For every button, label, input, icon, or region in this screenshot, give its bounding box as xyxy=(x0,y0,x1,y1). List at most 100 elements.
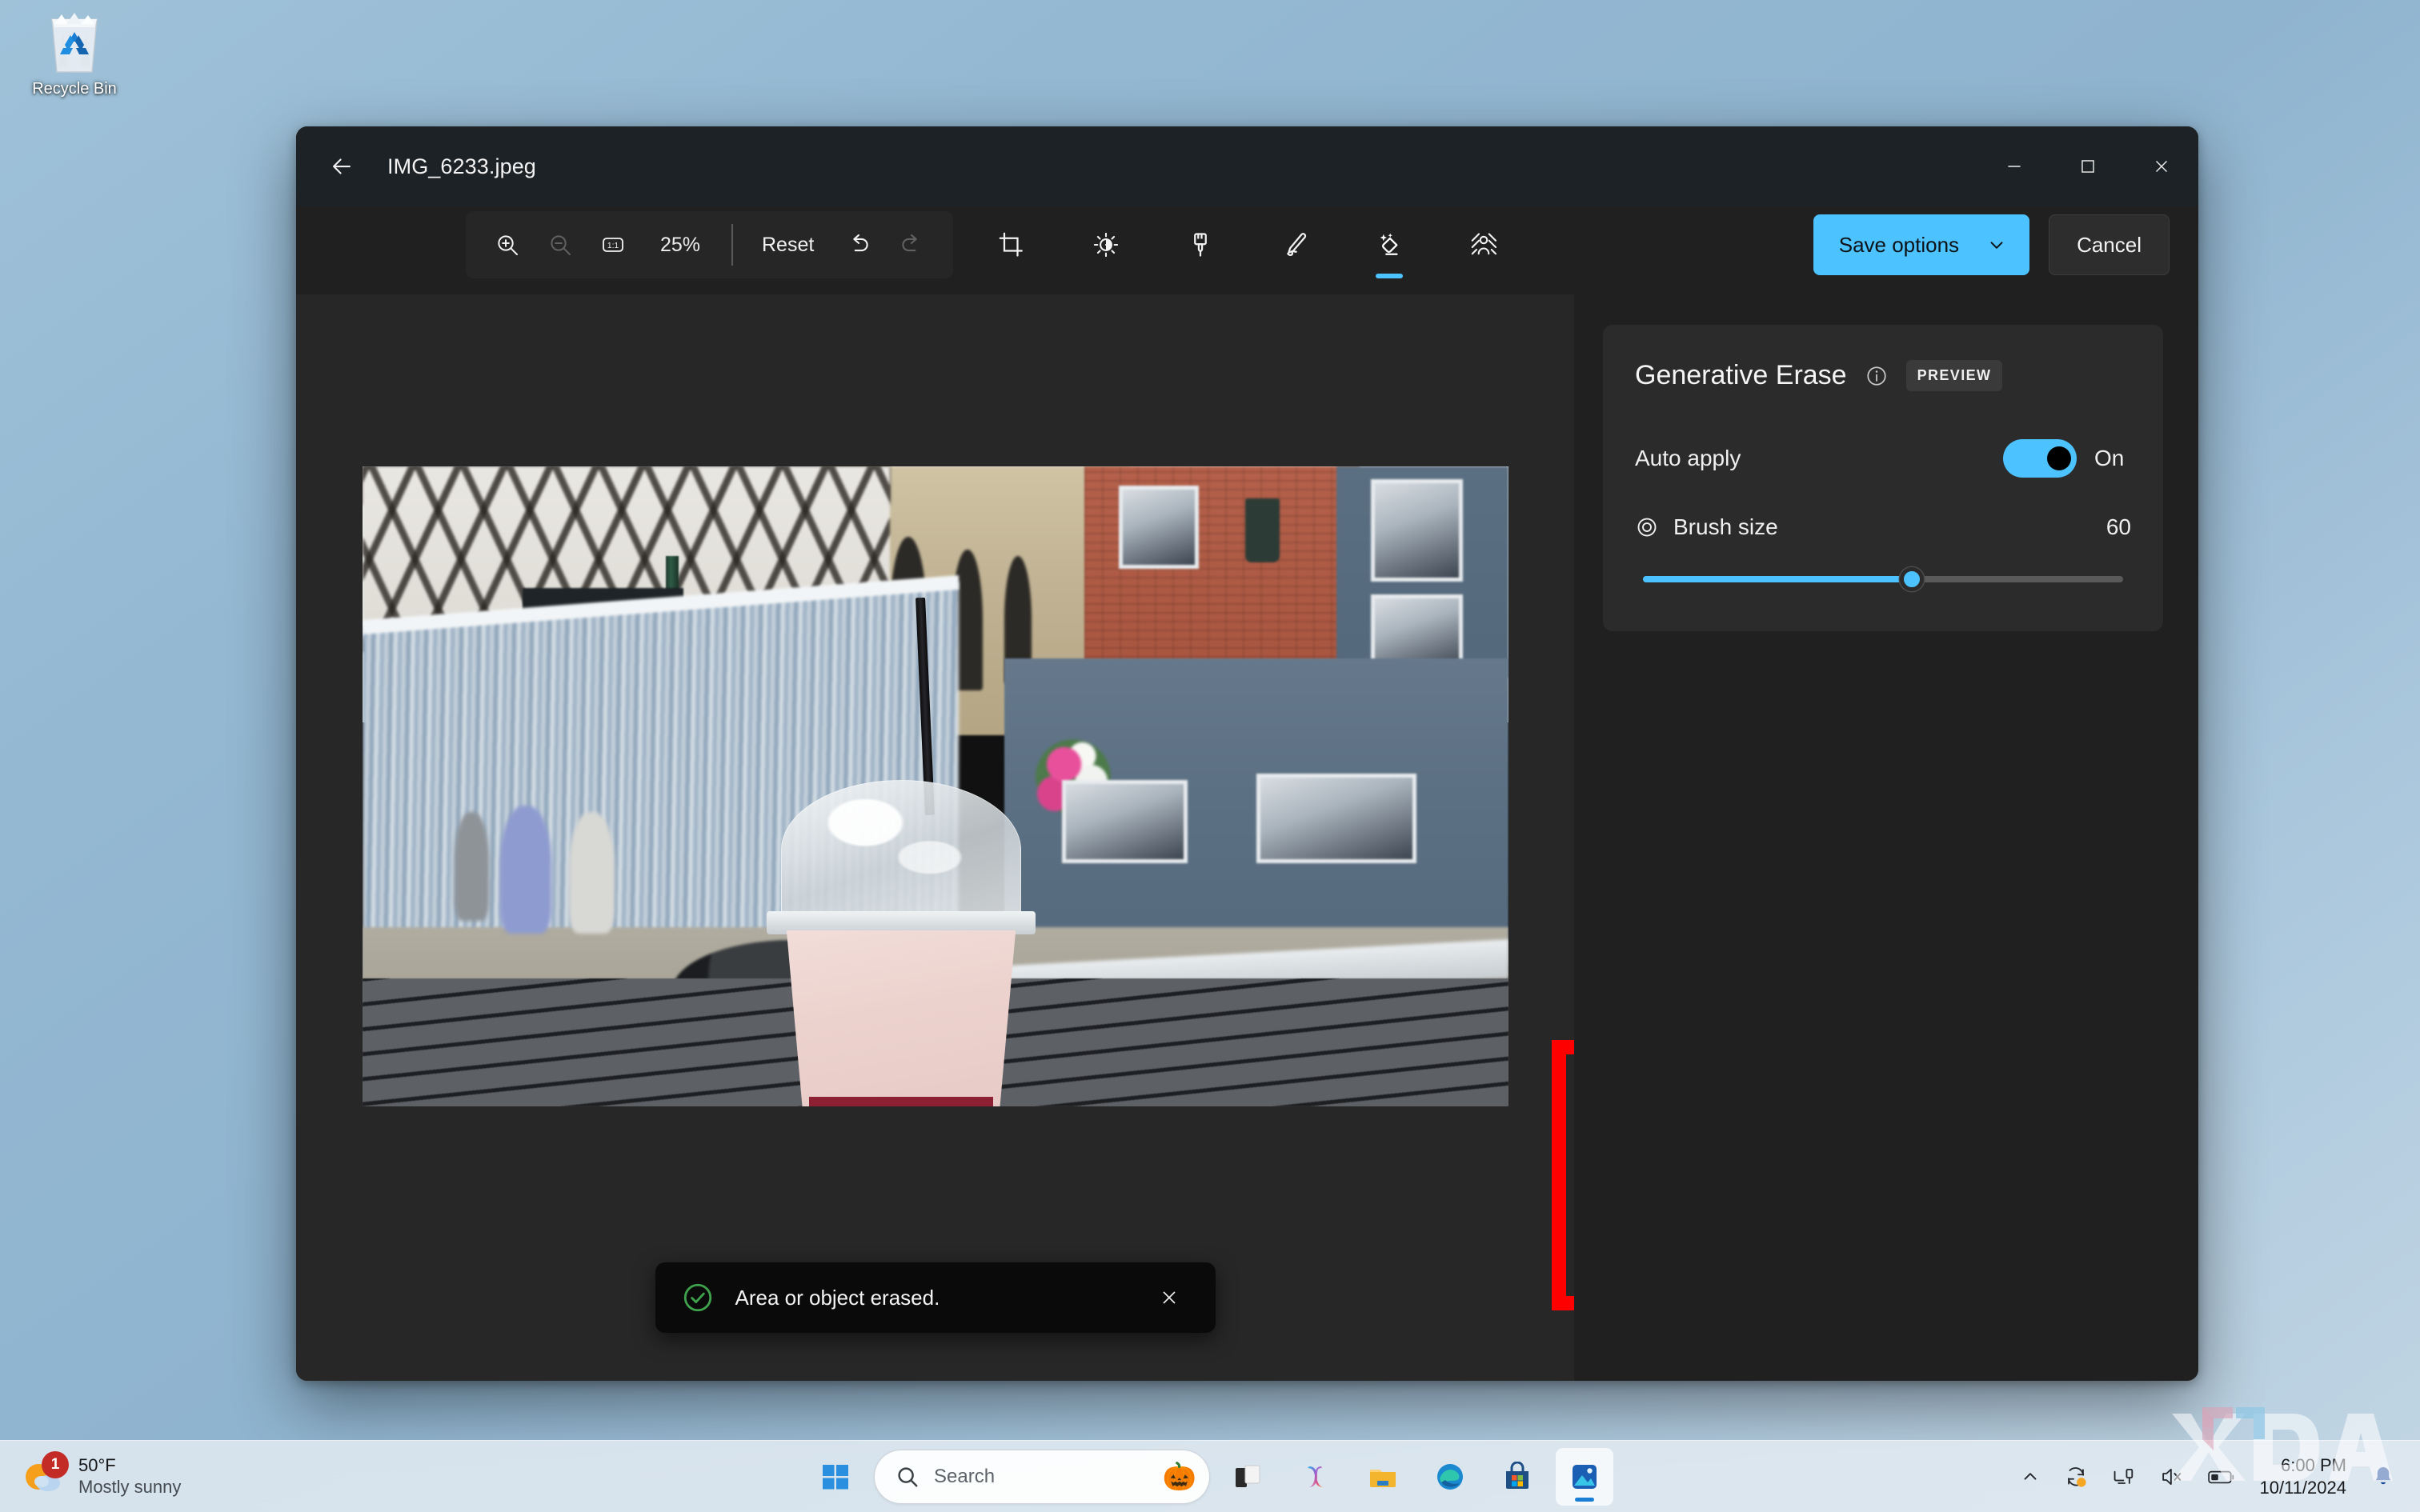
slider-thumb[interactable] xyxy=(1900,567,1924,591)
magic-erase-icon xyxy=(1380,233,1398,255)
tool-crop[interactable] xyxy=(983,213,1040,277)
sync-icon xyxy=(2067,1466,2086,1487)
edited-photo[interactable] xyxy=(363,466,1508,1106)
auto-apply-toggle[interactable] xyxy=(2003,439,2077,478)
task-view-icon xyxy=(1236,1465,1260,1487)
volume-button[interactable] xyxy=(2150,1448,2194,1506)
tool-settings-panel: Generative Erase PREVIEW Auto apply On B… xyxy=(1574,294,2198,1381)
start-button[interactable] xyxy=(807,1448,864,1506)
clock-date: 10/11/2024 xyxy=(2259,1477,2346,1498)
notifications-button[interactable] xyxy=(2361,1448,2406,1506)
zoom-level[interactable]: 25% xyxy=(642,234,719,257)
tool-filter[interactable] xyxy=(1172,213,1229,277)
weather-badge: 1 xyxy=(42,1450,69,1478)
network-button[interactable] xyxy=(2101,1448,2146,1506)
one-to-one-icon: 1:1 xyxy=(603,238,623,252)
recycle-bin-icon xyxy=(51,13,98,73)
success-check-icon xyxy=(683,1283,711,1312)
brush-size-slider[interactable] xyxy=(1643,567,2123,591)
taskbar-item-task-view[interactable] xyxy=(1220,1448,1277,1506)
desktop-icon-label: Recycle Bin xyxy=(32,80,117,98)
save-options-button[interactable]: Save options xyxy=(1813,214,2030,275)
undo-icon xyxy=(853,234,868,252)
maximize-icon xyxy=(2081,160,2094,173)
chevron-down-icon xyxy=(1990,242,2003,249)
toast-close-button[interactable] xyxy=(1148,1277,1190,1318)
brightness-icon xyxy=(1093,232,1118,258)
brush-size-icon xyxy=(1637,518,1657,537)
cancel-button[interactable]: Cancel xyxy=(2049,214,2170,275)
generative-erase-card: Generative Erase PREVIEW Auto apply On B… xyxy=(1603,325,2163,631)
panel-title: Generative Erase xyxy=(1635,360,1847,390)
zoom-in-icon xyxy=(498,235,518,255)
close-button[interactable] xyxy=(2125,126,2198,206)
svg-text:1:1: 1:1 xyxy=(607,242,619,250)
show-hidden-icons-button[interactable] xyxy=(2010,1448,2050,1506)
battery-icon xyxy=(2207,1470,2234,1483)
windows-start-icon xyxy=(823,1464,848,1489)
toolbar-divider xyxy=(731,224,733,266)
paintbrush-icon xyxy=(1193,233,1207,257)
bell-icon xyxy=(2375,1466,2391,1484)
window-titlebar: IMG_6233.jpeg xyxy=(296,126,2198,206)
weather-condition: Mostly sunny xyxy=(78,1476,182,1497)
editor-actions: Save options Cancel xyxy=(1813,214,2170,275)
edge-icon xyxy=(1437,1463,1463,1490)
onedrive-sync-button[interactable] xyxy=(2053,1448,2098,1506)
photos-icon xyxy=(1573,1464,1597,1489)
background-blur-icon xyxy=(1471,233,1496,255)
taskbar-item-microsoft-store[interactable] xyxy=(1488,1448,1546,1506)
close-icon xyxy=(1162,1291,1176,1304)
taskbar-item-edge[interactable] xyxy=(1421,1448,1479,1506)
image-canvas[interactable]: Area or object erased. xyxy=(296,294,1574,1381)
status-toast: Area or object erased. xyxy=(655,1262,1216,1333)
tool-adjustment[interactable] xyxy=(1077,213,1135,277)
minimize-button[interactable] xyxy=(1977,126,2051,206)
close-icon xyxy=(2156,161,2167,172)
zoom-controls: 1:1 25% Reset xyxy=(466,211,954,278)
back-arrow-icon xyxy=(333,158,351,174)
tool-background-blur[interactable] xyxy=(1455,213,1512,277)
brush-size-label: Brush size xyxy=(1673,514,1778,539)
back-button[interactable] xyxy=(317,142,367,191)
search-box[interactable]: Search 🎃 xyxy=(874,1449,1210,1504)
info-icon[interactable] xyxy=(1865,364,1889,388)
tool-markup[interactable] xyxy=(1266,213,1324,277)
brush-size-value: 60 xyxy=(2105,514,2131,539)
auto-apply-row: Auto apply On xyxy=(1635,439,2131,478)
actual-size-button[interactable]: 1:1 xyxy=(589,221,637,269)
red-highlight-annotation xyxy=(1552,1040,1574,1310)
redo-button[interactable] xyxy=(887,221,936,269)
photos-app-window: IMG_6233.jpeg 1:1 25% Reset Save options… xyxy=(296,126,2198,1381)
undo-button[interactable] xyxy=(835,221,883,269)
panel-header: Generative Erase PREVIEW xyxy=(1635,360,2131,391)
desktop-icon-recycle-bin[interactable]: Recycle Bin xyxy=(14,8,134,98)
taskbar-item-photos[interactable] xyxy=(1556,1447,1613,1506)
system-tray: 6:00 PM 10/11/2024 xyxy=(2010,1448,2406,1506)
copilot-icon xyxy=(1308,1466,1324,1487)
taskbar-item-copilot[interactable] xyxy=(1287,1448,1344,1506)
auto-apply-label: Auto apply xyxy=(1635,446,1741,470)
zoom-in-button[interactable] xyxy=(483,221,531,269)
taskbar-item-file-explorer[interactable] xyxy=(1354,1448,1412,1506)
save-options-label: Save options xyxy=(1838,232,1960,257)
weather-widget[interactable]: 1 50°F Mostly sunny xyxy=(0,1446,197,1507)
battery-button[interactable] xyxy=(2198,1448,2246,1506)
taskbar-center: Search 🎃 xyxy=(807,1447,1613,1506)
halloween-pumpkin-icon: 🎃 xyxy=(1162,1461,1196,1492)
reset-button[interactable]: Reset xyxy=(746,224,830,266)
search-icon xyxy=(898,1466,918,1486)
slider-fill xyxy=(1643,576,1912,582)
pen-icon xyxy=(1286,233,1306,256)
zoom-out-button[interactable] xyxy=(536,221,584,269)
tool-generative-erase[interactable] xyxy=(1360,213,1418,278)
taskbar: 1 50°F Mostly sunny Search 🎃 6:00 PM 10/… xyxy=(0,1440,2420,1512)
maximize-button[interactable] xyxy=(2051,126,2125,206)
window-title: IMG_6233.jpeg xyxy=(387,154,536,178)
store-icon xyxy=(1506,1461,1529,1489)
clock[interactable]: 6:00 PM 10/11/2024 xyxy=(2249,1454,2358,1498)
search-placeholder: Search xyxy=(934,1465,996,1487)
toast-message: Area or object erased. xyxy=(735,1285,940,1310)
minimize-icon xyxy=(2008,166,2021,167)
zoom-out-icon xyxy=(551,235,571,255)
